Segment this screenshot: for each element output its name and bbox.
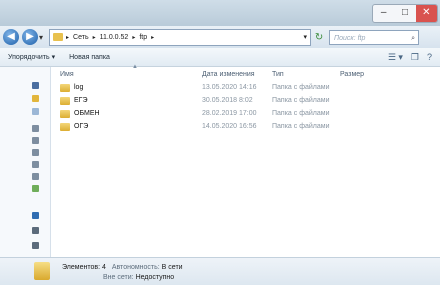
drive-icon[interactable]	[32, 149, 39, 156]
file-type: Папка с файлами	[272, 97, 330, 104]
breadcrumb-network[interactable]: Сеть	[73, 34, 89, 41]
file-name: ЕГЭ	[74, 97, 88, 104]
folder-icon	[53, 33, 64, 41]
favorites-icon[interactable]	[32, 82, 39, 89]
folder-icon	[60, 109, 70, 118]
chevron-right-icon[interactable]: ▸	[66, 34, 69, 41]
file-row[interactable]: log 13.05.2020 14:16 Папка с файлами	[52, 81, 440, 94]
file-date: 14.05.2020 16:56	[202, 123, 257, 130]
file-row[interactable]: ОБМЕН 28.02.2019 17:00 Папка с файлами	[52, 107, 440, 120]
library-icon[interactable]	[32, 108, 39, 115]
organize-button[interactable]: Упорядочить ▾	[8, 53, 55, 61]
drive-icon[interactable]	[32, 185, 39, 192]
folder-icon	[34, 262, 50, 280]
chevron-right-icon[interactable]: ▸	[151, 34, 154, 41]
file-type: Папка с файлами	[272, 123, 330, 130]
column-header-size[interactable]: Размер	[340, 71, 400, 78]
navigation-bar: ◀ ▶ ▾ ▸ Сеть ▸ 11.0.0.52 ▸ ftp ▸ ▾ ↻ Пои…	[0, 26, 440, 48]
back-button[interactable]: ◀	[3, 29, 19, 45]
preview-pane-icon[interactable]: ❐	[411, 52, 419, 63]
address-dropdown-icon[interactable]: ▾	[304, 33, 308, 41]
title-bar: – □ ✕	[0, 0, 440, 26]
folder-icon	[60, 122, 70, 131]
file-type: Папка с файлами	[272, 84, 330, 91]
command-bar: Упорядочить ▾ Новая папка ☰ ▾ ❐ ?	[0, 48, 440, 67]
maximize-button[interactable]: □	[394, 5, 415, 22]
window-controls: – □ ✕	[372, 4, 438, 23]
file-date: 30.05.2018 8:02	[202, 97, 253, 104]
search-input[interactable]: Поиск: ftp ⌕	[329, 29, 420, 46]
address-bar[interactable]: ▸ Сеть ▸ 11.0.0.52 ▸ ftp ▸ ▾	[49, 28, 312, 46]
file-name: log	[74, 84, 84, 91]
file-type: Папка с файлами	[272, 110, 330, 117]
status-bar: Элементов: 4 Автономность: В сети Вне се…	[0, 257, 440, 285]
chevron-right-icon[interactable]: ▸	[132, 34, 135, 41]
file-name: ОБМЕН	[74, 110, 100, 117]
forward-button[interactable]: ▶	[22, 29, 38, 45]
item-count: Элементов: 4	[62, 264, 106, 271]
folder-icon	[60, 96, 70, 105]
drive-icon[interactable]	[32, 173, 39, 180]
folder-icon[interactable]	[32, 95, 39, 102]
availability-label: Вне сети:	[103, 274, 134, 281]
offline-status-value: В сети	[161, 264, 183, 271]
search-icon[interactable]: ⌕	[411, 31, 415, 46]
breadcrumb-ftp[interactable]: ftp	[139, 34, 147, 41]
file-date: 13.05.2020 14:16	[202, 84, 257, 91]
offline-status-label: Автономность:	[111, 264, 160, 271]
computer-icon[interactable]	[32, 227, 39, 234]
computer-icon[interactable]	[32, 242, 39, 249]
availability-value: Недоступно	[135, 274, 175, 281]
sort-arrow-icon: ▲	[132, 64, 138, 70]
search-placeholder: Поиск: ftp	[334, 34, 366, 42]
help-icon[interactable]: ?	[427, 52, 432, 62]
chevron-right-icon[interactable]: ▸	[93, 34, 96, 41]
drive-icon[interactable]	[32, 137, 39, 144]
navigation-pane[interactable]	[0, 67, 51, 257]
views-icon[interactable]: ☰ ▾	[388, 52, 403, 63]
new-folder-button[interactable]: Новая папка	[69, 54, 110, 61]
file-date: 28.02.2019 17:00	[202, 110, 257, 117]
column-headers: Имя Дата изменения Тип Размер	[52, 67, 440, 81]
breadcrumb-host[interactable]: 11.0.0.52	[100, 34, 129, 41]
folder-icon	[60, 83, 70, 92]
minimize-button[interactable]: –	[373, 5, 394, 22]
file-name: ОГЭ	[74, 123, 89, 130]
file-row[interactable]: ОГЭ 14.05.2020 16:56 Папка с файлами	[52, 120, 440, 133]
close-button[interactable]: ✕	[415, 5, 437, 22]
file-list: ▲ Имя Дата изменения Тип Размер log 13.0…	[52, 64, 440, 257]
column-header-type[interactable]: Тип	[272, 71, 340, 78]
recent-pages-button[interactable]: ▾	[39, 33, 43, 42]
network-icon[interactable]	[32, 212, 39, 219]
file-row[interactable]: ЕГЭ 30.05.2018 8:02 Папка с файлами	[52, 94, 440, 107]
drive-icon[interactable]	[32, 125, 39, 132]
drive-icon[interactable]	[32, 161, 39, 168]
column-header-date[interactable]: Дата изменения	[202, 71, 272, 78]
column-header-name[interactable]: Имя	[52, 71, 202, 78]
refresh-icon[interactable]: ↻	[311, 32, 327, 43]
